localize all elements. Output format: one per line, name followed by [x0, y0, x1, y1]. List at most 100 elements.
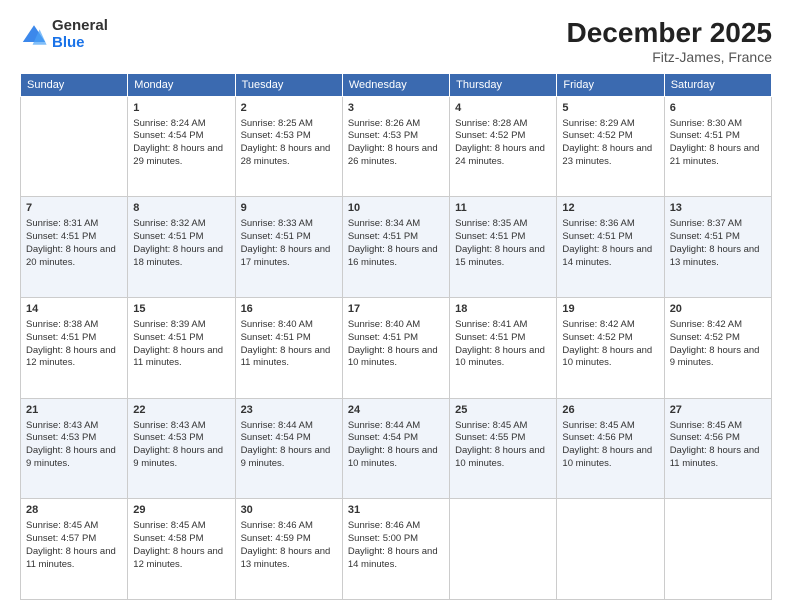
day-number: 26 [562, 403, 658, 418]
day-number: 19 [562, 302, 658, 317]
table-row: 2 Sunrise: 8:25 AMSunset: 4:53 PMDaylight… [235, 96, 342, 197]
table-row: 5 Sunrise: 8:29 AMSunset: 4:52 PMDaylight… [557, 96, 664, 197]
table-row: 29 Sunrise: 8:45 AMSunset: 4:58 PMDayligh… [128, 499, 235, 600]
table-row: 24Sunrise: 8:44 AMSunset: 4:54 PMDayligh… [342, 398, 449, 499]
week-row-2: 14Sunrise: 8:38 AMSunset: 4:51 PMDayligh… [21, 298, 772, 399]
table-row: 19 Sunrise: 8:42 AMSunset: 4:52 PMDayligh… [557, 298, 664, 399]
day-number: 17 [348, 302, 444, 317]
day-number: 22 [133, 403, 229, 418]
day-number: 30 [241, 503, 337, 518]
cell-info: Sunrise: 8:45 AMSunset: 4:56 PMDaylight:… [670, 420, 766, 471]
cell-info: Sunrise: 8:35 AMSunset: 4:51 PMDaylight:… [455, 218, 551, 269]
table-row: 23 Sunrise: 8:44 AMSunset: 4:54 PMDayligh… [235, 398, 342, 499]
cell-info: Sunrise: 8:44 AMSunset: 4:54 PMDaylight:… [241, 420, 337, 471]
day-number: 15 [133, 302, 229, 317]
day-number: 25 [455, 403, 551, 418]
cell-info: Sunrise: 8:33 AMSunset: 4:51 PMDaylight:… [241, 218, 337, 269]
cell-info: Sunrise: 8:39 AMSunset: 4:51 PMDaylight:… [133, 319, 229, 370]
table-row: 3 Sunrise: 8:26 AMSunset: 4:53 PMDaylight… [342, 96, 449, 197]
logo-text: General Blue [52, 18, 108, 51]
header-row: Sunday Monday Tuesday Wednesday Thursday… [21, 73, 772, 96]
cell-info: Sunrise: 8:26 AMSunset: 4:53 PMDaylight:… [348, 118, 444, 169]
cell-info: Sunrise: 8:37 AMSunset: 4:51 PMDaylight:… [670, 218, 766, 269]
cell-info: Sunrise: 8:42 AMSunset: 4:52 PMDaylight:… [562, 319, 658, 370]
calendar-table: Sunday Monday Tuesday Wednesday Thursday… [20, 73, 772, 600]
cell-info: Sunrise: 8:46 AMSunset: 4:59 PMDaylight:… [241, 520, 337, 571]
header: General Blue December 2025 Fitz-James, F… [20, 18, 772, 65]
cell-info: Sunrise: 8:24 AMSunset: 4:54 PMDaylight:… [133, 118, 229, 169]
table-row: 8 Sunrise: 8:32 AMSunset: 4:51 PMDaylight… [128, 197, 235, 298]
cell-info: Sunrise: 8:41 AMSunset: 4:51 PMDaylight:… [455, 319, 551, 370]
day-number: 23 [241, 403, 337, 418]
week-row-0: 1 Sunrise: 8:24 AMSunset: 4:54 PMDaylight… [21, 96, 772, 197]
cell-info: Sunrise: 8:38 AMSunset: 4:51 PMDaylight:… [26, 319, 122, 370]
day-number: 20 [670, 302, 766, 317]
cell-info: Sunrise: 8:40 AMSunset: 4:51 PMDaylight:… [348, 319, 444, 370]
table-row: 4 Sunrise: 8:28 AMSunset: 4:52 PMDaylight… [450, 96, 557, 197]
cell-info: Sunrise: 8:45 AMSunset: 4:58 PMDaylight:… [133, 520, 229, 571]
cell-info: Sunrise: 8:43 AMSunset: 4:53 PMDaylight:… [26, 420, 122, 471]
table-row: 20 Sunrise: 8:42 AMSunset: 4:52 PMDayligh… [664, 298, 771, 399]
day-number: 29 [133, 503, 229, 518]
table-row: 26 Sunrise: 8:45 AMSunset: 4:56 PMDayligh… [557, 398, 664, 499]
table-row: 13 Sunrise: 8:37 AMSunset: 4:51 PMDayligh… [664, 197, 771, 298]
logo-general: General [52, 18, 108, 35]
col-thursday: Thursday [450, 73, 557, 96]
day-number: 16 [241, 302, 337, 317]
table-row: 14Sunrise: 8:38 AMSunset: 4:51 PMDayligh… [21, 298, 128, 399]
day-number: 7 [26, 201, 122, 216]
day-number: 5 [562, 101, 658, 116]
logo-icon [20, 21, 48, 49]
table-row: 15 Sunrise: 8:39 AMSunset: 4:51 PMDayligh… [128, 298, 235, 399]
table-row: 18 Sunrise: 8:41 AMSunset: 4:51 PMDayligh… [450, 298, 557, 399]
cell-info: Sunrise: 8:45 AMSunset: 4:56 PMDaylight:… [562, 420, 658, 471]
cell-info: Sunrise: 8:43 AMSunset: 4:53 PMDaylight:… [133, 420, 229, 471]
day-number: 3 [348, 101, 444, 116]
cell-info: Sunrise: 8:46 AMSunset: 5:00 PMDaylight:… [348, 520, 444, 571]
logo: General Blue [20, 18, 108, 51]
col-tuesday: Tuesday [235, 73, 342, 96]
cell-info: Sunrise: 8:36 AMSunset: 4:51 PMDaylight:… [562, 218, 658, 269]
day-number: 28 [26, 503, 122, 518]
cell-info: Sunrise: 8:32 AMSunset: 4:51 PMDaylight:… [133, 218, 229, 269]
table-row: 17 Sunrise: 8:40 AMSunset: 4:51 PMDayligh… [342, 298, 449, 399]
cell-info: Sunrise: 8:45 AMSunset: 4:55 PMDaylight:… [455, 420, 551, 471]
day-number: 13 [670, 201, 766, 216]
day-number: 8 [133, 201, 229, 216]
table-row: 6Sunrise: 8:30 AMSunset: 4:51 PMDaylight… [664, 96, 771, 197]
title-location: Fitz-James, France [567, 49, 772, 65]
cell-info: Sunrise: 8:25 AMSunset: 4:53 PMDaylight:… [241, 118, 337, 169]
cell-info: Sunrise: 8:28 AMSunset: 4:52 PMDaylight:… [455, 118, 551, 169]
logo-blue: Blue [52, 35, 108, 52]
table-row [557, 499, 664, 600]
day-number: 1 [133, 101, 229, 116]
day-number: 2 [241, 101, 337, 116]
col-monday: Monday [128, 73, 235, 96]
cell-info: Sunrise: 8:45 AMSunset: 4:57 PMDaylight:… [26, 520, 122, 571]
table-row: 16 Sunrise: 8:40 AMSunset: 4:51 PMDayligh… [235, 298, 342, 399]
table-row: 1 Sunrise: 8:24 AMSunset: 4:54 PMDaylight… [128, 96, 235, 197]
day-number: 27 [670, 403, 766, 418]
table-row [664, 499, 771, 600]
table-row: 21Sunrise: 8:43 AMSunset: 4:53 PMDayligh… [21, 398, 128, 499]
table-row [21, 96, 128, 197]
table-row: 25 Sunrise: 8:45 AMSunset: 4:55 PMDayligh… [450, 398, 557, 499]
table-row: 31Sunrise: 8:46 AMSunset: 5:00 PMDayligh… [342, 499, 449, 600]
table-row: 11Sunrise: 8:35 AMSunset: 4:51 PMDayligh… [450, 197, 557, 298]
week-row-1: 7 Sunrise: 8:31 AMSunset: 4:51 PMDaylight… [21, 197, 772, 298]
day-number: 9 [241, 201, 337, 216]
table-row: 22 Sunrise: 8:43 AMSunset: 4:53 PMDayligh… [128, 398, 235, 499]
cell-info: Sunrise: 8:29 AMSunset: 4:52 PMDaylight:… [562, 118, 658, 169]
day-number: 6 [670, 101, 766, 116]
cell-info: Sunrise: 8:40 AMSunset: 4:51 PMDaylight:… [241, 319, 337, 370]
table-row: 27 Sunrise: 8:45 AMSunset: 4:56 PMDayligh… [664, 398, 771, 499]
day-number: 4 [455, 101, 551, 116]
cell-info: Sunrise: 8:31 AMSunset: 4:51 PMDaylight:… [26, 218, 122, 269]
day-number: 18 [455, 302, 551, 317]
cell-info: Sunrise: 8:42 AMSunset: 4:52 PMDaylight:… [670, 319, 766, 370]
title-month: December 2025 [567, 18, 772, 49]
day-number: 12 [562, 201, 658, 216]
col-saturday: Saturday [664, 73, 771, 96]
day-number: 10 [348, 201, 444, 216]
table-row: 28 Sunrise: 8:45 AMSunset: 4:57 PMDayligh… [21, 499, 128, 600]
